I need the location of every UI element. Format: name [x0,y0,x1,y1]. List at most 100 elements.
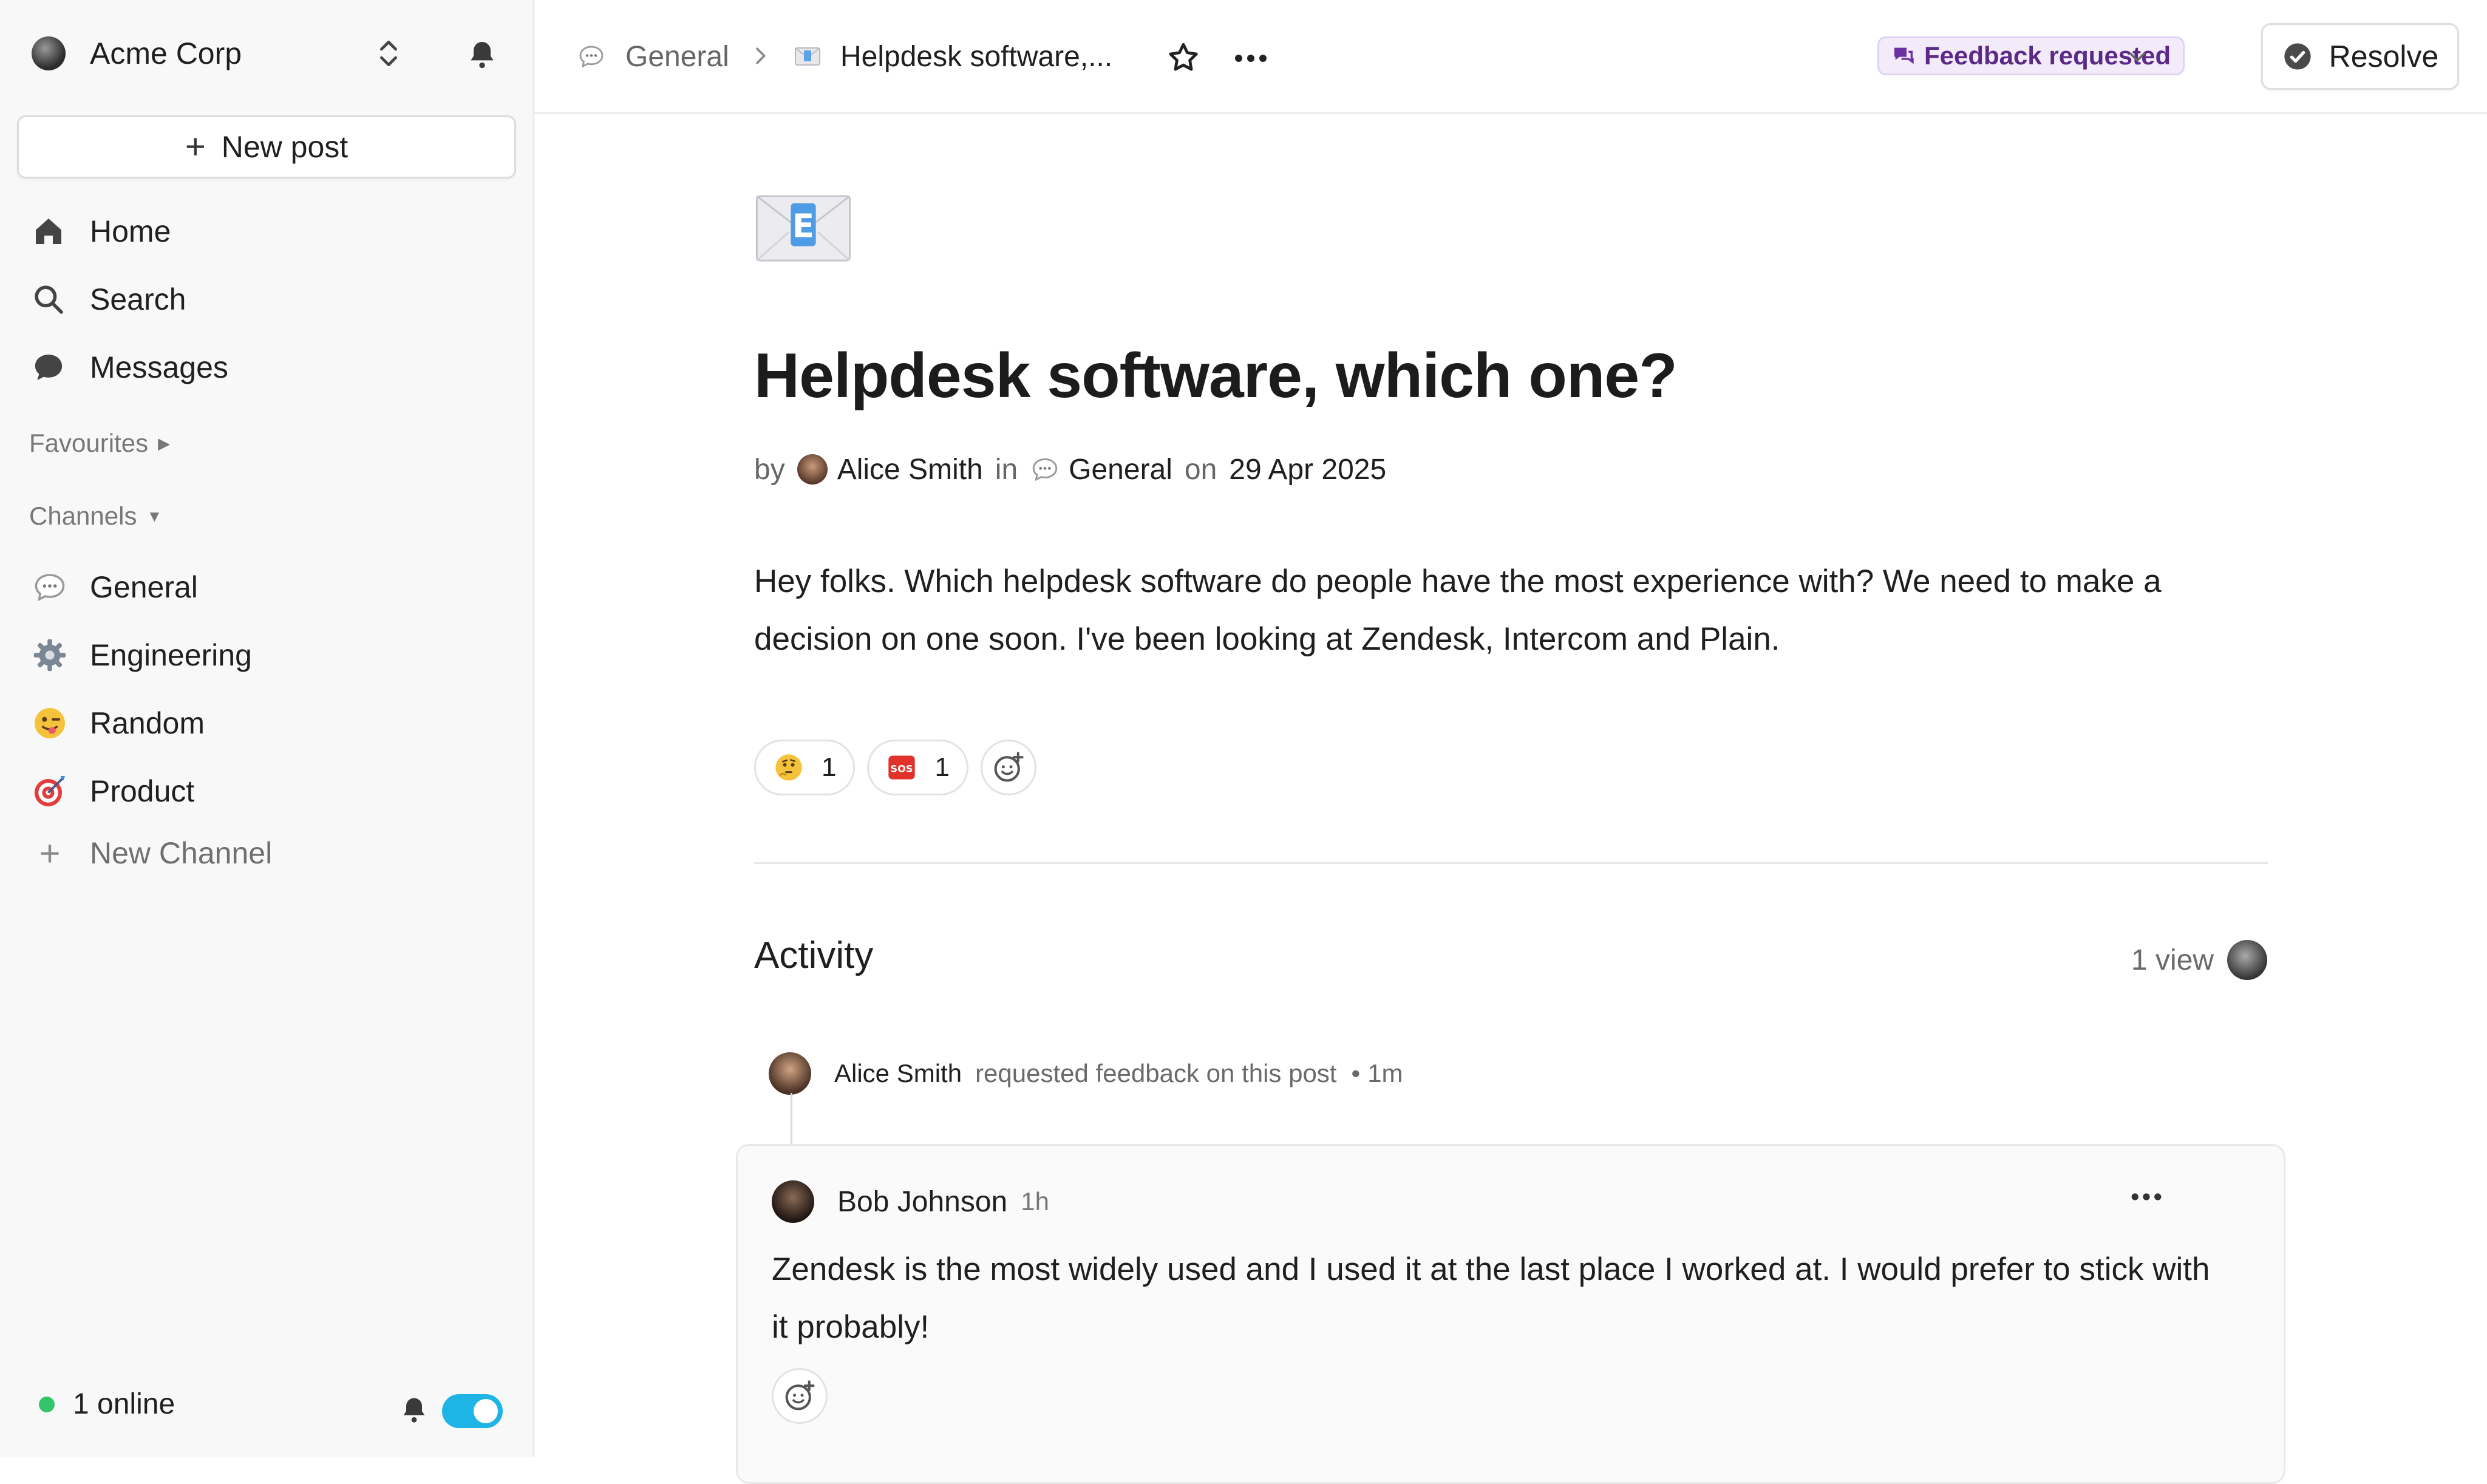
speech-bubble-emoji-icon [35,574,65,602]
online-dot-icon [39,1396,55,1412]
new-channel-button[interactable]: + New Channel [32,826,272,880]
sidebar-item-random[interactable]: Random [32,696,205,751]
caret-down-icon: ▼ [146,506,163,525]
add-reaction-icon [994,752,1024,782]
new-post-label: New post [221,130,349,164]
sidebar-item-messages[interactable]: Messages [32,340,228,395]
resolve-button[interactable]: Resolve [2261,23,2459,90]
channels-label: Channels [29,502,137,530]
more-options-icon[interactable] [1231,46,1270,70]
plus-icon: + [185,127,206,166]
reaction-thinking[interactable]: 1 [754,740,856,795]
chevron-down-icon[interactable] [2124,44,2151,70]
speech-bubble-emoji-icon [1032,458,1058,482]
meta-on: on [1184,453,1217,486]
author-avatar [797,454,828,485]
avatar [772,1180,814,1223]
reaction-sos[interactable]: SOS 1 [867,740,968,795]
event-time: 1m [1367,1059,1403,1087]
view-count-label: 1 view [2131,944,2214,976]
meta-channel[interactable]: General [1069,453,1172,486]
favourites-section-toggle[interactable]: Favourites ▶ [29,429,170,458]
comment-text: Zendesk is the most widely used and I us… [772,1251,2210,1345]
chevron-right-icon [756,47,766,64]
svg-text:E: E [792,208,814,245]
comment-time: 1h [1021,1187,1049,1216]
message-icon [35,355,63,380]
star-icon[interactable] [1166,40,1201,75]
app-window: Acme Corp + New post Home Search Message… [0,0,2487,1484]
sidebar-item-label: Messages [90,350,228,384]
post-title: Helpdesk software, which one? [754,341,1678,411]
online-status: 1 online [39,1387,175,1421]
breadcrumb-channel[interactable]: General [577,35,729,78]
breadcrumb-channel-label: General [625,40,729,73]
sidebar-item-label: Random [90,706,205,740]
check-circle-icon [2284,43,2311,70]
post-meta: by Alice Smith in General on 29 Apr 2025 [754,448,1386,491]
workspace-switcher[interactable]: Acme Corp [32,32,505,75]
sidebar-item-product[interactable]: Product [32,764,194,819]
breadcrumb-post-title: Helpdesk software,... [840,40,1113,73]
event-actor[interactable]: Alice Smith [834,1059,962,1088]
sos-emoji-icon: SOS [888,755,916,780]
envelope-e-emoji-icon [795,47,820,66]
main-content: General Helpdesk software,... Feedback r… [534,0,2487,1484]
bell-icon[interactable] [398,1394,430,1426]
sidebar-item-label: Home [90,214,171,248]
home-icon [36,219,61,244]
meta-author[interactable]: Alice Smith [837,453,983,486]
divider [754,862,2268,864]
chevron-up-down-icon[interactable] [372,36,406,70]
resolve-label: Resolve [2329,39,2439,73]
activity-heading: Activity [754,934,874,976]
sidebar-item-engineering[interactable]: Engineering [32,628,252,682]
notifications-toggle[interactable] [442,1394,503,1428]
reaction-count: 1 [934,752,950,782]
workspace-name: Acme Corp [90,36,242,70]
online-count: 1 online [73,1388,175,1420]
thinking-face-emoji-icon [775,754,802,781]
sidebar-item-label: Product [90,774,195,808]
more-options-icon[interactable] [2128,1185,2165,1209]
meta-in: in [995,453,1018,486]
channels-section-toggle[interactable]: Channels ▼ [29,502,162,531]
speech-bubble-emoji-icon [579,46,604,68]
reaction-count: 1 [822,752,837,782]
sidebar-item-home[interactable]: Home [32,204,171,259]
add-reaction-icon [785,1380,815,1411]
new-channel-label: New Channel [90,836,273,870]
view-count[interactable]: 1 view [2131,940,2268,980]
reaction-bar: 1 SOS 1 [754,740,1036,795]
separator-dot: • [1351,1059,1361,1087]
post-header-bar: General Helpdesk software,... Feedback r… [534,0,2487,114]
activity-event: Alice Smith requested feedback on this p… [769,1050,1403,1097]
add-reaction-button[interactable] [980,740,1036,795]
sidebar-item-general[interactable]: General [32,560,198,614]
sidebar-item-label: General [90,570,198,604]
sidebar-item-search[interactable]: Search [32,272,186,327]
comment-author[interactable]: Bob Johnson [837,1185,1007,1219]
toggle-knob [474,1399,498,1423]
event-action: requested feedback on this post [975,1059,1337,1087]
meta-by: by [754,453,785,486]
avatar [769,1052,811,1095]
sidebar-item-label: Engineering [90,638,252,672]
add-reaction-button[interactable] [772,1368,828,1424]
new-post-button[interactable]: + New post [17,115,516,179]
comment-header: Bob Johnson 1h [772,1179,1049,1225]
workspace-avatar [32,36,66,70]
svg-text:SOS: SOS [891,763,913,775]
timeline-connector [791,1093,792,1148]
favourites-label: Favourites [29,429,149,457]
bell-icon[interactable] [465,38,499,72]
caret-right-icon: ▶ [158,434,171,452]
sidebar-item-label: Search [90,282,186,316]
envelope-e-emoji-icon: E [755,195,851,262]
viewer-avatar [2227,940,2268,980]
meta-date: 29 Apr 2025 [1229,453,1387,486]
sidebar: Acme Corp + New post Home Search Message… [0,0,534,1457]
plus-icon: + [39,832,61,874]
winking-tongue-emoji-icon [35,708,65,738]
search-icon [35,285,63,314]
